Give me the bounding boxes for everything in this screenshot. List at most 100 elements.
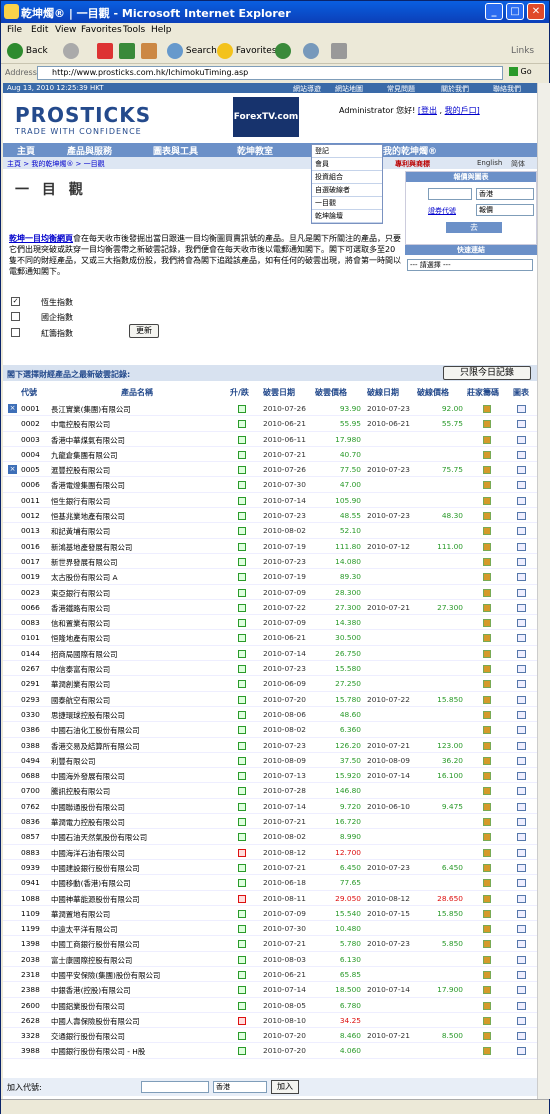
- add-button[interactable]: 加入: [271, 1080, 299, 1094]
- chart-icon[interactable]: [517, 909, 526, 918]
- chart-icon[interactable]: [517, 879, 526, 888]
- chart-icon[interactable]: [517, 925, 526, 934]
- chips-icon[interactable]: [483, 695, 491, 704]
- row-code[interactable]: 0494: [21, 756, 40, 765]
- chart-icon[interactable]: [517, 802, 526, 811]
- symbol-input[interactable]: [428, 188, 472, 200]
- row-code[interactable]: 1088: [21, 894, 40, 903]
- row-code[interactable]: 0291: [21, 679, 40, 688]
- chart-icon[interactable]: [517, 512, 526, 521]
- menu-favorites[interactable]: Favorites: [81, 25, 122, 35]
- row-code[interactable]: 0019: [21, 572, 40, 581]
- prosticks-logo[interactable]: PROSTICKS: [15, 103, 151, 127]
- chart-icon[interactable]: [517, 818, 526, 827]
- row-code[interactable]: 0688: [21, 771, 40, 780]
- chart-icon[interactable]: [517, 833, 526, 842]
- print-button[interactable]: [331, 42, 347, 60]
- chart-icon[interactable]: [517, 496, 526, 505]
- row-name[interactable]: 中國人壽保險股份有限公司: [51, 1016, 140, 1027]
- row-code[interactable]: 0005: [21, 465, 40, 474]
- nav-charts[interactable]: 圖表與工具: [153, 144, 198, 157]
- chips-icon[interactable]: [483, 940, 491, 949]
- chart-icon[interactable]: [517, 772, 526, 781]
- logout-link[interactable]: [登出: [418, 106, 437, 115]
- dd-member[interactable]: 會員: [312, 158, 382, 171]
- row-code[interactable]: 2318: [21, 970, 40, 979]
- market-select[interactable]: 香港: [476, 188, 534, 200]
- forward-button[interactable]: [63, 42, 79, 60]
- patent-link[interactable]: 專利與商標: [395, 159, 430, 169]
- row-name[interactable]: 恒生銀行有限公司: [51, 496, 110, 507]
- row-name[interactable]: 中遠太平洋有限公司: [51, 924, 118, 935]
- chart-icon[interactable]: [517, 1047, 526, 1056]
- row-code[interactable]: 0023: [21, 588, 40, 597]
- chart-icon[interactable]: [517, 466, 526, 475]
- type-select[interactable]: 報價: [476, 204, 534, 216]
- row-code[interactable]: 0386: [21, 725, 40, 734]
- chart-icon[interactable]: [517, 450, 526, 459]
- row-code[interactable]: 0700: [21, 786, 40, 795]
- chips-icon[interactable]: [483, 557, 491, 566]
- breadcrumb-text[interactable]: 主頁 > 我的乾坤燭® > 一目觀: [7, 159, 105, 169]
- row-code[interactable]: 0939: [21, 863, 40, 872]
- chart-icon[interactable]: [517, 726, 526, 735]
- chart-icon[interactable]: [517, 986, 526, 995]
- row-name[interactable]: 交通銀行股份有限公司: [51, 1031, 125, 1042]
- row-name[interactable]: 九龍倉集團有限公司: [51, 450, 118, 461]
- row-name[interactable]: 招商局國際有限公司: [51, 649, 118, 660]
- row-name[interactable]: 中國海外發展有限公司: [51, 771, 125, 782]
- row-name[interactable]: 太古股份有限公司 A: [51, 572, 118, 583]
- chips-icon[interactable]: [483, 741, 491, 750]
- row-code[interactable]: 0836: [21, 817, 40, 826]
- chips-icon[interactable]: [483, 1032, 491, 1041]
- chips-icon[interactable]: [483, 909, 491, 918]
- chips-icon[interactable]: [483, 649, 491, 658]
- nav-classroom[interactable]: 乾坤教室: [237, 144, 273, 157]
- chart-icon[interactable]: [517, 710, 526, 719]
- chips-icon[interactable]: [483, 405, 491, 413]
- row-name[interactable]: 中國神華能源股份有限公司: [51, 894, 140, 905]
- row-name[interactable]: 富士康國際控股有限公司: [51, 955, 132, 966]
- chart-icon[interactable]: [517, 435, 526, 444]
- row-code[interactable]: 0001: [21, 404, 40, 413]
- quicklinks-select[interactable]: --- 請選擇 ---: [407, 259, 533, 271]
- menu-tools[interactable]: Tools: [123, 25, 145, 35]
- row-code[interactable]: 0267: [21, 664, 40, 673]
- minimize-button[interactable]: _: [485, 3, 503, 20]
- chart-icon[interactable]: [517, 481, 526, 490]
- menu-file[interactable]: File: [7, 25, 22, 35]
- chips-icon[interactable]: [483, 619, 491, 628]
- chart-icon[interactable]: [517, 420, 526, 429]
- row-code[interactable]: 0013: [21, 526, 40, 535]
- ichimoku-page-link[interactable]: 乾坤一目均衡網頁: [9, 234, 73, 243]
- chips-icon[interactable]: [483, 756, 491, 765]
- chips-icon[interactable]: [483, 1001, 491, 1010]
- row-code[interactable]: 0883: [21, 848, 40, 857]
- chips-icon[interactable]: [483, 710, 491, 719]
- chart-icon[interactable]: [517, 1001, 526, 1010]
- chips-icon[interactable]: [483, 573, 491, 582]
- chips-icon[interactable]: [483, 863, 491, 872]
- chips-icon[interactable]: [483, 970, 491, 979]
- row-name[interactable]: 中國海洋石油有限公司: [51, 848, 125, 859]
- row-name[interactable]: 華潤置地有限公司: [51, 909, 110, 920]
- row-code[interactable]: 0144: [21, 649, 40, 658]
- row-code[interactable]: 0003: [21, 435, 40, 444]
- go-button[interactable]: Go: [509, 67, 532, 76]
- chips-icon[interactable]: [483, 879, 491, 888]
- row-name[interactable]: 恒隆地產有限公司: [51, 633, 110, 644]
- chips-icon[interactable]: [483, 634, 491, 643]
- maximize-button[interactable]: □: [506, 3, 524, 20]
- row-code[interactable]: 2600: [21, 1001, 40, 1010]
- chips-icon[interactable]: [483, 1016, 491, 1025]
- nav-home[interactable]: 主頁: [17, 144, 35, 157]
- row-name[interactable]: 東亞銀行有限公司: [51, 588, 110, 599]
- nav-products[interactable]: 產品與服務: [67, 144, 112, 157]
- chart-icon[interactable]: [517, 970, 526, 979]
- chart-icon[interactable]: [517, 573, 526, 582]
- chips-icon[interactable]: [483, 527, 491, 536]
- row-code[interactable]: 0083: [21, 618, 40, 627]
- row-name[interactable]: 香港鐵路有限公司: [51, 603, 110, 614]
- row-name[interactable]: 華潤電力控股有限公司: [51, 817, 125, 828]
- vertical-scrollbar[interactable]: [537, 83, 550, 1099]
